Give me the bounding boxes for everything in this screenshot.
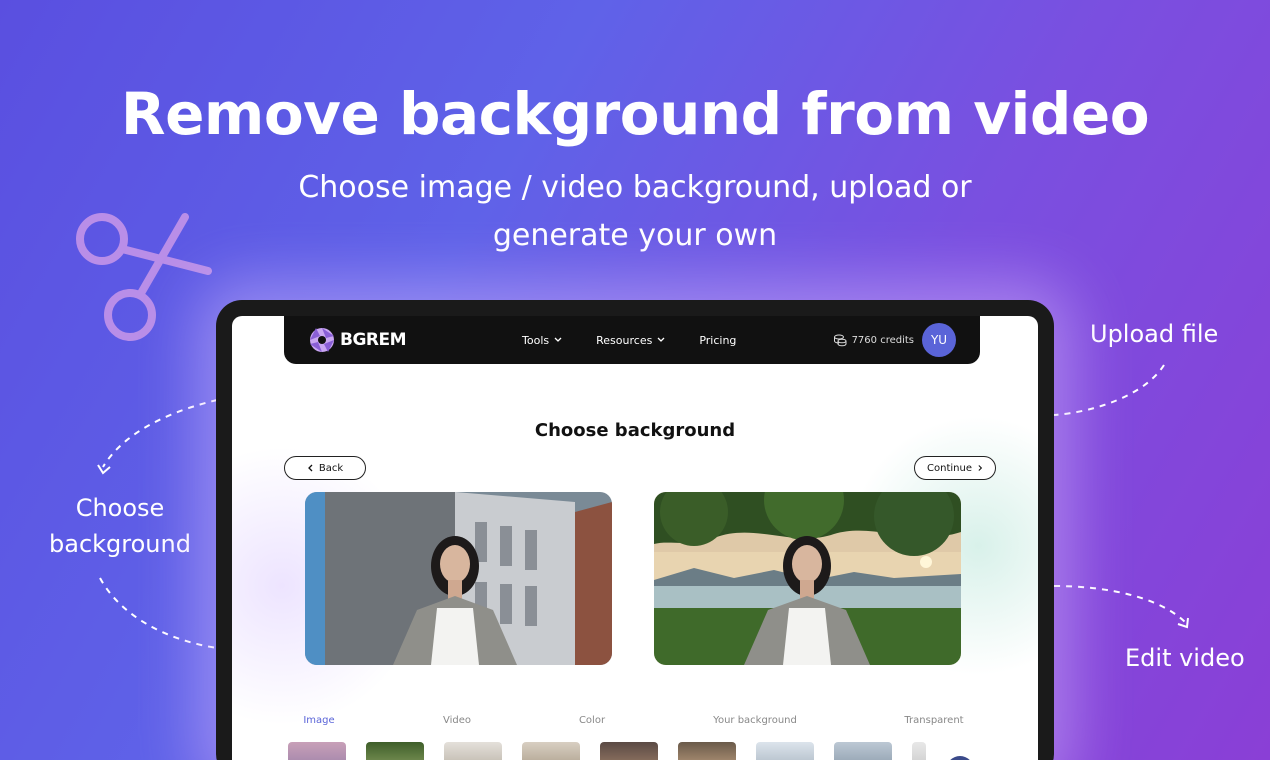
tab-your-background[interactable]: Your background [713,715,797,726]
nav-resources-label: Resources [596,333,653,347]
background-thumbnail[interactable] [522,742,580,760]
scissors-icon [76,213,212,341]
nav-tools[interactable]: Tools [522,334,562,347]
background-type-tabs: Image Video Color Your background Transp… [232,715,1038,731]
page-title: Choose background [534,420,736,441]
nav-resources[interactable]: Resources [596,334,665,347]
chevron-right-icon [978,465,983,471]
aperture-logo-icon [310,328,334,352]
result-video-image [654,492,961,665]
app-screen: BGREM Tools Resources Pricing 7760 credi… [232,316,1038,760]
avatar[interactable]: YU [922,323,956,357]
original-video-image [305,492,612,665]
nav-tools-label: Tools [522,333,550,347]
app-navbar: BGREM Tools Resources Pricing 7760 credi… [284,316,980,364]
background-thumbnail[interactable] [912,742,926,760]
background-thumbnail[interactable] [444,742,502,760]
result-video-preview[interactable] [654,492,961,665]
tab-color[interactable]: Color [579,715,605,726]
arrow-to-edit-icon [1053,585,1189,629]
hero-title: Remove background from video [120,80,1150,148]
back-label: Back [318,462,344,474]
background-thumbnail[interactable] [834,742,892,760]
background-thumbnail[interactable] [600,742,658,760]
background-thumbnail[interactable] [756,742,814,760]
background-thumbnail[interactable] [678,742,736,760]
nav-links: Tools Resources Pricing [522,334,736,347]
background-thumbnails [288,742,926,760]
original-video-preview[interactable] [305,492,612,665]
credits-display[interactable]: 7760 credits [833,333,914,347]
background-thumbnail[interactable] [288,742,346,760]
nav-pricing-label: Pricing [699,333,737,347]
continue-label: Continue [927,462,972,474]
hero-subtitle: Choose image / video background, upload … [298,170,972,253]
back-button[interactable]: Back [284,456,366,480]
tab-image[interactable]: Image [303,715,334,726]
arrow-from-upload-icon [1053,364,1165,416]
upload-file-label: Upload file [1090,320,1219,348]
coins-icon [833,334,847,347]
background-thumbnail[interactable] [366,742,424,760]
logo-text: BGREM [340,330,407,350]
arrow-from-choose-icon [99,577,218,649]
nav-pricing[interactable]: Pricing [699,334,736,347]
tab-transparent[interactable]: Transparent [904,715,963,726]
logo[interactable]: BGREM [308,326,407,354]
chevron-down-icon [657,337,665,342]
choose-background-label: Choose background [49,494,191,558]
continue-button[interactable]: Continue [914,456,996,480]
device-frame: BGREM Tools Resources Pricing 7760 credi… [216,300,1054,760]
credits-text: 7760 credits [851,334,914,346]
edit-video-label: Edit video [1125,644,1245,672]
chevron-down-icon [554,337,562,342]
arrow-to-choose-icon [97,399,218,475]
tab-video[interactable]: Video [443,715,471,726]
thumbnails-scroll-button[interactable] [946,756,974,760]
chevron-left-icon [307,464,313,472]
